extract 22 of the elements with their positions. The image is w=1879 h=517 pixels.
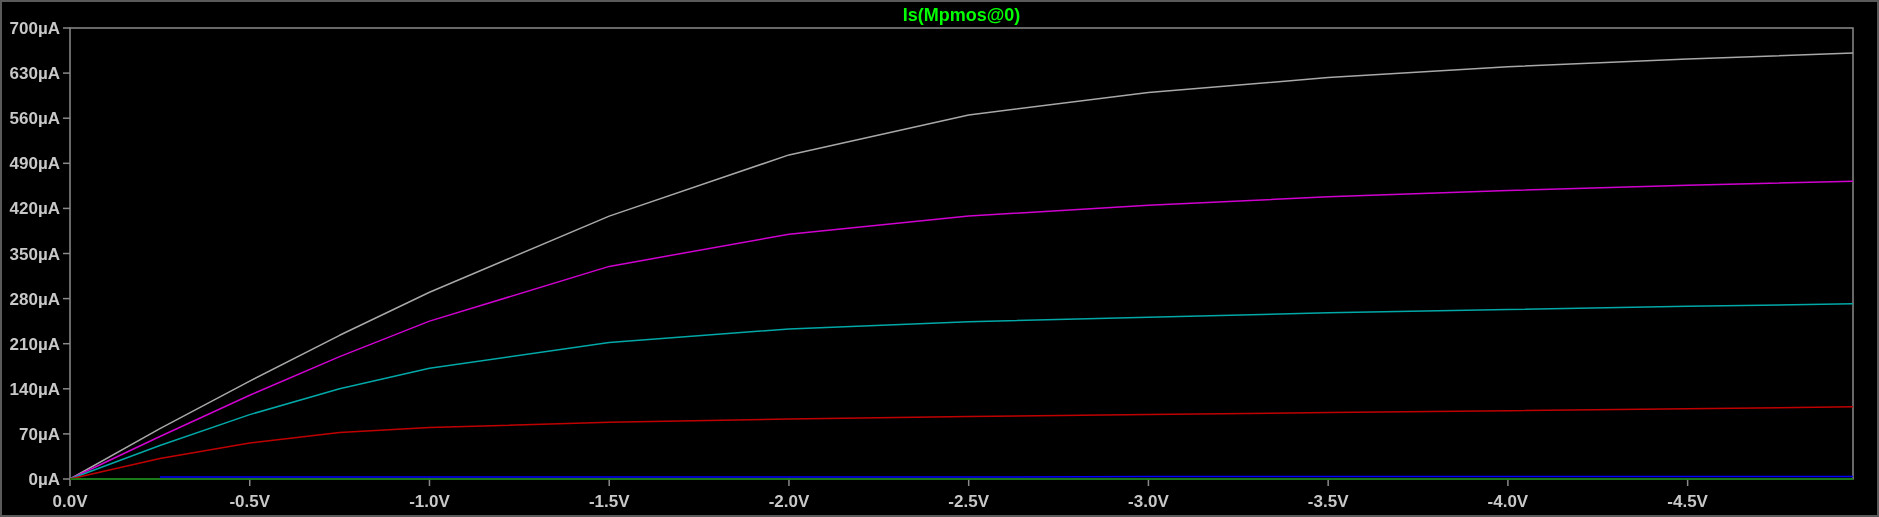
x-tick-label: -4.0V	[1487, 492, 1529, 511]
x-tick-label: -2.0V	[768, 492, 810, 511]
y-tick-label: 140µA	[9, 379, 60, 399]
y-tick-label: 350µA	[9, 244, 60, 264]
x-tick-label: -1.5V	[588, 492, 630, 511]
y-tick-label: 420µA	[9, 199, 60, 219]
y-tick-label: 70µA	[19, 424, 60, 444]
x-tick-label: -3.0V	[1128, 492, 1169, 511]
y-tick-label: 210µA	[9, 334, 60, 354]
x-tick-label: -2.5V	[948, 492, 989, 511]
y-tick-label: 560µA	[9, 109, 60, 129]
x-tick-label: -0.5V	[229, 492, 271, 511]
y-tick-label: 700µA	[9, 19, 60, 38]
y-tick-label: 0µA	[28, 470, 60, 489]
x-tick-label: -1.0V	[409, 492, 450, 511]
x-tick-label: -4.5V	[1667, 492, 1708, 511]
y-tick-label: 280µA	[9, 289, 60, 309]
chart-title: Is(Mpmos@0)	[902, 5, 1021, 25]
y-tick-label: 630µA	[9, 64, 60, 84]
x-tick-label: 0.0V	[52, 492, 88, 511]
y-tick-label: 490µA	[9, 154, 60, 174]
x-tick-label: -3.5V	[1307, 492, 1349, 511]
